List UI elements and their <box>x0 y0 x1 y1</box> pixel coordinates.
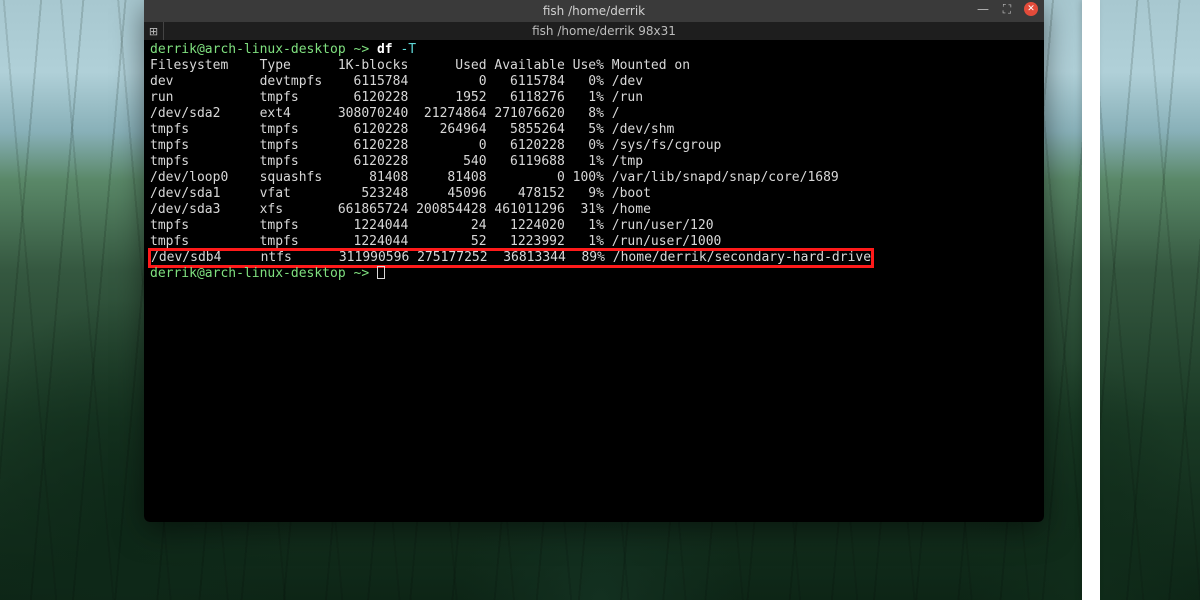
df-row: tmpfs tmpfs 6120228 264964 5855264 5% /d… <box>150 122 1038 138</box>
prompt-separator: ~> <box>346 42 377 57</box>
df-row: /dev/sda3 xfs 661865724 200854428 461011… <box>150 202 1038 218</box>
df-row: dev devtmpfs 6115784 0 6115784 0% /dev <box>150 74 1038 90</box>
terminal-tabbar: ⊞ fish /home/derrik 98x31 <box>144 22 1044 40</box>
command-text: df <box>377 42 393 57</box>
page-edge <box>1082 0 1100 600</box>
window-title: fish /home/derrik <box>543 4 645 18</box>
prompt-separator: ~> <box>346 266 377 281</box>
terminal-output[interactable]: derrik@arch-linux-desktop ~> df -TFilesy… <box>144 40 1044 522</box>
window-titlebar[interactable]: fish /home/derrik — ⛶ ✕ <box>144 0 1044 22</box>
df-row: /dev/sda1 vfat 523248 45096 478152 9% /b… <box>150 186 1038 202</box>
window-controls: — ⛶ ✕ <box>976 2 1038 16</box>
df-row: run tmpfs 6120228 1952 6118276 1% /run <box>150 90 1038 106</box>
prompt-user-host: derrik@arch-linux-desktop <box>150 42 346 57</box>
minimize-button[interactable]: — <box>976 2 990 16</box>
prompt-line: derrik@arch-linux-desktop ~> df -T <box>150 42 1038 58</box>
df-row: tmpfs tmpfs 1224044 24 1224020 1% /run/u… <box>150 218 1038 234</box>
maximize-button[interactable]: ⛶ <box>1000 2 1014 16</box>
prompt-user-host: derrik@arch-linux-desktop <box>150 266 346 281</box>
prompt-line-idle: derrik@arch-linux-desktop ~> <box>150 266 1038 282</box>
df-row: /dev/sda2 ext4 308070240 21274864 271076… <box>150 106 1038 122</box>
df-row-highlighted: /dev/sdb4 ntfs 311990596 275177252 36813… <box>150 250 1038 266</box>
close-button[interactable]: ✕ <box>1024 2 1038 16</box>
new-tab-icon[interactable]: ⊞ <box>144 22 164 40</box>
df-row: /dev/loop0 squashfs 81408 81408 0 100% /… <box>150 170 1038 186</box>
df-row: tmpfs tmpfs 6120228 540 6119688 1% /tmp <box>150 154 1038 170</box>
cursor-icon <box>377 266 385 279</box>
df-row: tmpfs tmpfs 1224044 52 1223992 1% /run/u… <box>150 234 1038 250</box>
terminal-tab-title[interactable]: fish /home/derrik 98x31 <box>164 24 1044 38</box>
command-flag: -T <box>400 42 416 57</box>
terminal-window: fish /home/derrik — ⛶ ✕ ⊞ fish /home/der… <box>144 0 1044 522</box>
df-header: Filesystem Type 1K-blocks Used Available… <box>150 58 1038 74</box>
df-row: tmpfs tmpfs 6120228 0 6120228 0% /sys/fs… <box>150 138 1038 154</box>
